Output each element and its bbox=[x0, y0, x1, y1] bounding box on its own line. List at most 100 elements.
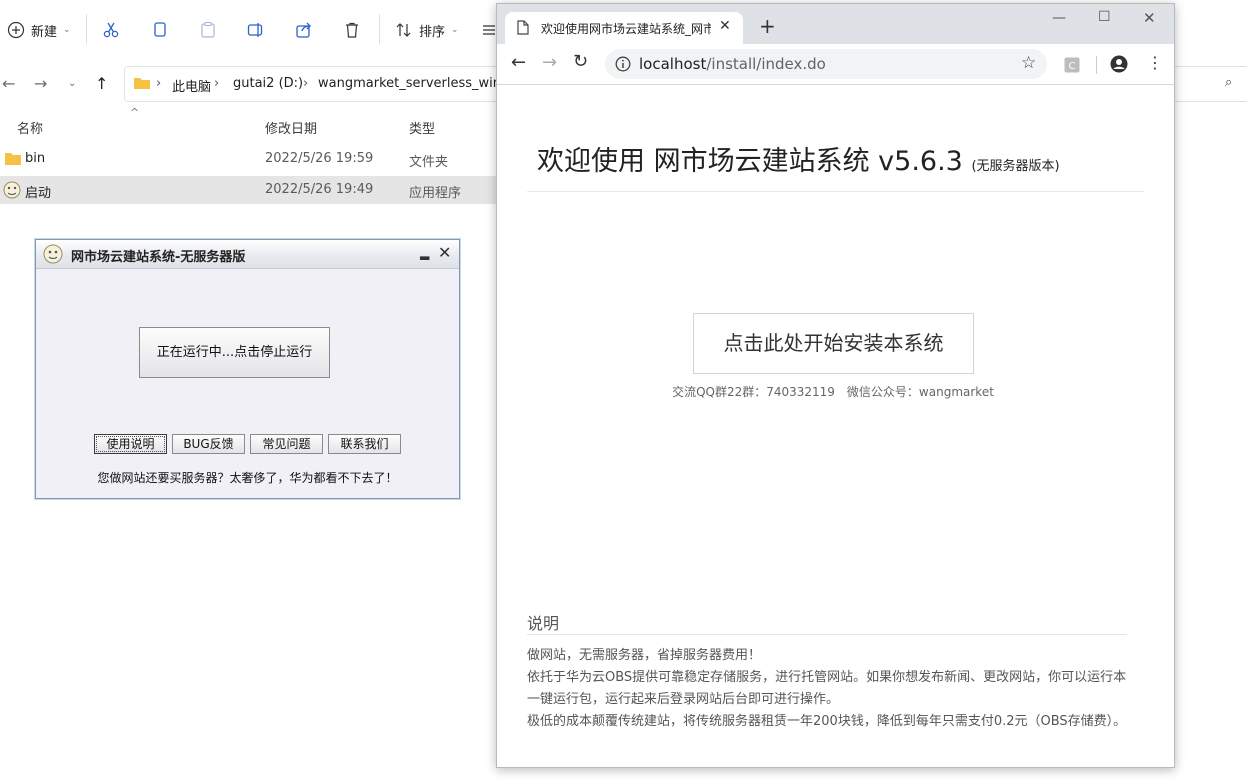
stop-running-button[interactable]: 正在运行中...点击停止运行 bbox=[139, 327, 330, 378]
browser-toolbar: ← → ↻ localhost/install/index.do ☆ C ⋮ bbox=[497, 44, 1174, 85]
dialog-footer-text: 您做网站还要买服务器？太奢侈了，华为都看不下去了！ bbox=[97, 471, 398, 485]
paste-icon bbox=[201, 22, 215, 38]
back-arrow-icon[interactable]: ← bbox=[511, 52, 526, 73]
cut-button[interactable] bbox=[102, 14, 120, 46]
scissors-icon bbox=[103, 22, 119, 38]
close-icon[interactable]: ✕ bbox=[1143, 9, 1156, 27]
copy-button[interactable] bbox=[151, 14, 169, 46]
menu-icon[interactable]: ⋮ bbox=[1147, 53, 1163, 72]
folder-icon bbox=[134, 78, 150, 89]
dialog-title: 网市场云建站系统-无服务器版 bbox=[71, 250, 246, 265]
browser-tab[interactable]: 欢迎使用网市场云建站系统_网市 ✕ bbox=[505, 12, 743, 44]
reload-icon[interactable]: ↻ bbox=[573, 51, 588, 72]
toolbar-divider bbox=[379, 14, 380, 44]
search-icon[interactable]: ⌕ bbox=[1225, 75, 1232, 90]
notes-line: 依托于华为云OBS提供可靠稳定存储服务，进行托管网站。如果你想发布新闻、更改网站… bbox=[527, 670, 1127, 707]
file-type: 应用程序 bbox=[409, 186, 462, 201]
toolbar-divider bbox=[86, 14, 87, 44]
page-icon bbox=[517, 20, 529, 35]
forward-arrow-icon[interactable]: → bbox=[542, 52, 557, 73]
trash-icon bbox=[346, 22, 358, 38]
contact-info: 交流QQ群22群：740332119 微信公众号：wangmarket bbox=[672, 385, 994, 399]
chevron-down-icon: ⌄ bbox=[451, 25, 459, 35]
folder-icon bbox=[5, 153, 21, 165]
url-path: /install/index.do bbox=[706, 55, 826, 73]
notes-line: 做网站，无需服务器，省掉服务器费用！ bbox=[527, 648, 762, 663]
app-icon bbox=[43, 244, 63, 264]
dialog-body: 正在运行中...点击停止运行 使用说明 BUG反馈 常见问题 联系我们 您做网站… bbox=[36, 269, 459, 498]
file-type: 文件夹 bbox=[409, 155, 449, 170]
new-tab-icon[interactable]: + bbox=[759, 16, 776, 36]
sort-button[interactable]: 排序 ⌄ bbox=[395, 14, 459, 46]
tab-strip: 欢迎使用网市场云建站系统_网市 ✕ + — ☐ ✕ bbox=[497, 4, 1174, 44]
share-button[interactable] bbox=[295, 14, 313, 46]
dialog-titlebar[interactable]: 网市场云建站系统-无服务器版 ▂ ✕ bbox=[36, 240, 459, 269]
paste-button[interactable] bbox=[199, 14, 217, 46]
divider bbox=[527, 634, 1127, 635]
file-name: 启动 bbox=[25, 186, 52, 201]
bug-feedback-button[interactable]: BUG反馈 bbox=[172, 434, 245, 454]
up-arrow-icon[interactable]: ↑ bbox=[95, 74, 108, 93]
file-row[interactable]: 启动 2022/5/26 19:49 应用程序 bbox=[0, 176, 496, 204]
breadcrumb-this-pc[interactable]: 此电脑 bbox=[172, 76, 211, 95]
crumb-separator: › bbox=[214, 76, 220, 91]
new-button[interactable]: 新建 ⌄ bbox=[7, 14, 71, 46]
column-header-type[interactable]: 类型 bbox=[409, 118, 435, 137]
file-modified: 2022/5/26 19:49 bbox=[265, 182, 374, 197]
divider bbox=[527, 191, 1144, 192]
toolbar-divider bbox=[1096, 56, 1097, 74]
sort-caret-icon: ^ bbox=[130, 106, 140, 119]
app-icon bbox=[3, 181, 21, 199]
usage-button[interactable]: 使用说明 bbox=[94, 434, 167, 454]
info-icon bbox=[615, 56, 631, 72]
tab-close-icon[interactable]: ✕ bbox=[719, 18, 731, 34]
delete-button[interactable] bbox=[343, 14, 361, 46]
close-icon[interactable]: ✕ bbox=[438, 243, 451, 262]
notes-body: 做网站，无需服务器，省掉服务器费用！ 依托于华为云OBS提供可靠稳定存储服务，进… bbox=[527, 645, 1127, 733]
page-content: 欢迎使用 网市场云建站系统 v5.6.3 (无服务器版本) 点击此处开始安装本系… bbox=[497, 85, 1174, 767]
breadcrumb-drive[interactable]: gutai2 (D:) bbox=[233, 76, 303, 91]
notes-line: 极低的成本颠覆传统建站，将传统服务器租赁一年200块钱，降低到每年只需支付0.2… bbox=[527, 714, 1127, 729]
crumb-separator: › bbox=[156, 76, 162, 91]
page-title: 欢迎使用 网市场云建站系统 v5.6.3 (无服务器版本) bbox=[537, 139, 1060, 178]
rename-button[interactable] bbox=[247, 14, 265, 46]
star-icon[interactable]: ☆ bbox=[1021, 53, 1036, 73]
share-icon bbox=[296, 22, 311, 38]
view-button[interactable] bbox=[482, 14, 496, 46]
crumb-separator: › bbox=[303, 76, 309, 91]
browser-window: 欢迎使用网市场云建站系统_网市 ✕ + — ☐ ✕ ← → ↻ localhos… bbox=[496, 3, 1175, 768]
faq-button[interactable]: 常见问题 bbox=[250, 434, 323, 454]
tab-title: 欢迎使用网市场云建站系统_网市 bbox=[541, 22, 711, 36]
minimize-icon[interactable]: — bbox=[1052, 10, 1066, 26]
url-text: localhost/install/index.do bbox=[639, 55, 826, 73]
page-title-main: 欢迎使用 网市场云建站系统 v5.6.3 bbox=[537, 146, 963, 177]
file-modified: 2022/5/26 19:59 bbox=[265, 151, 374, 166]
maximize-icon[interactable]: ☐ bbox=[1098, 9, 1111, 25]
minimize-icon[interactable]: ▂ bbox=[420, 246, 429, 260]
rename-icon bbox=[247, 23, 263, 37]
url-host: localhost bbox=[639, 55, 707, 73]
forward-arrow-icon[interactable]: → bbox=[34, 74, 47, 93]
file-name: bin bbox=[25, 151, 46, 166]
chevron-down-icon: ⌄ bbox=[63, 25, 71, 35]
sort-icon bbox=[396, 23, 411, 37]
extension-icon[interactable]: C bbox=[1064, 57, 1080, 73]
recent-chevron-icon[interactable]: ⌄ bbox=[68, 78, 76, 89]
contact-us-button[interactable]: 联系我们 bbox=[328, 434, 401, 454]
plus-circle-icon bbox=[7, 21, 25, 39]
new-label: 新建 bbox=[31, 24, 58, 40]
sort-label: 排序 bbox=[419, 24, 446, 40]
launcher-dialog: 网市场云建站系统-无服务器版 ▂ ✕ 正在运行中...点击停止运行 使用说明 B… bbox=[35, 239, 460, 499]
column-header-name[interactable]: 名称 bbox=[17, 118, 43, 137]
notes-heading: 说明 bbox=[527, 614, 560, 633]
svg-text:C: C bbox=[1069, 61, 1076, 72]
account-icon[interactable] bbox=[1110, 55, 1128, 73]
back-arrow-icon[interactable]: ← bbox=[2, 74, 15, 93]
url-bar[interactable]: localhost/install/index.do ☆ bbox=[605, 49, 1047, 79]
file-row[interactable]: bin 2022/5/26 19:59 文件夹 bbox=[0, 145, 496, 173]
column-header-modified[interactable]: 修改日期 bbox=[265, 118, 317, 137]
copy-icon bbox=[154, 22, 166, 37]
page-title-note: (无服务器版本) bbox=[971, 159, 1060, 174]
start-install-button[interactable]: 点击此处开始安装本系统 bbox=[693, 313, 974, 374]
menu-lines-icon bbox=[483, 25, 495, 35]
